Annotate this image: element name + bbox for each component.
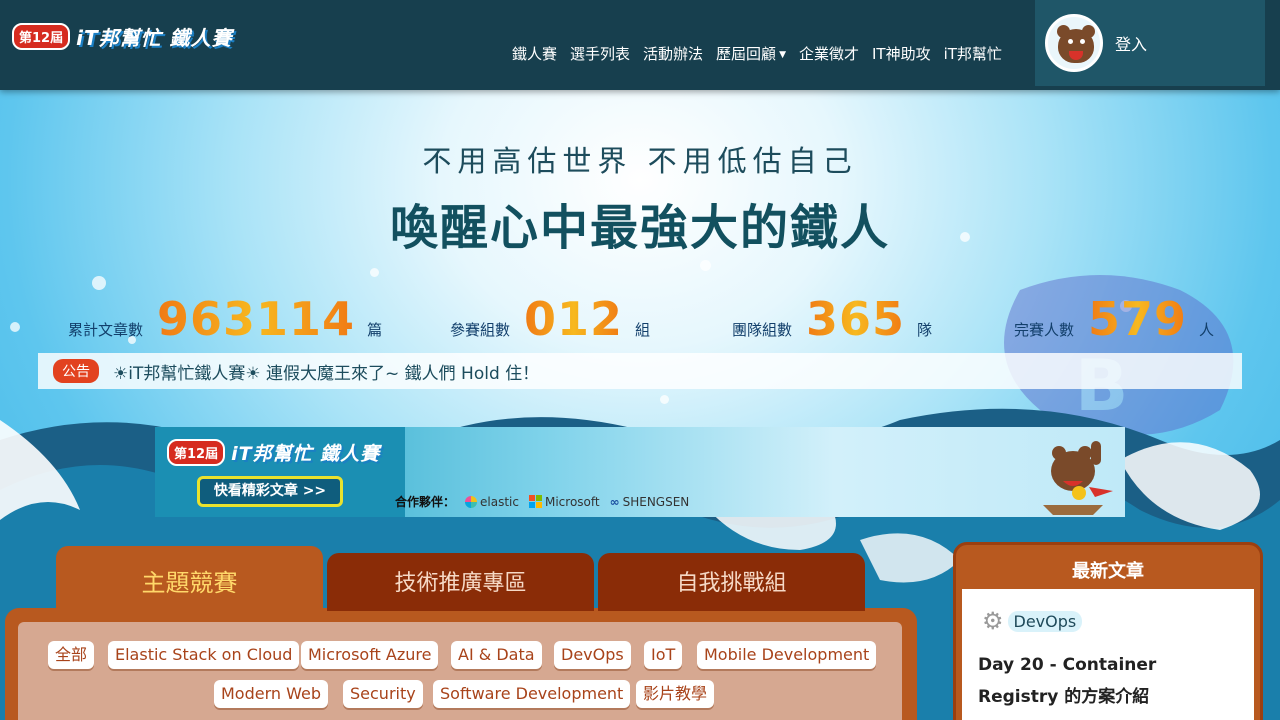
shengsen-logo-icon: ∞ [609,494,620,509]
partners-label: 合作夥伴： [395,495,456,509]
partner-name: SHENGSEN [622,494,690,509]
tag-security[interactable]: Security [343,680,423,708]
announcement-text[interactable]: ☀iT邦幫忙鐵人賽☀ 連假大魔王來了~ 鐵人們 Hold 住！ [113,359,539,384]
decor-bubble [370,268,379,277]
stat-unit: 人 [1199,321,1215,339]
tag-azure[interactable]: Microsoft Azure [301,641,439,669]
stat-team-groups: 團隊組數 365 隊 [732,292,932,346]
nav-rules[interactable]: 活動辦法 [643,43,703,64]
site-logo[interactable]: 第12屆 iT邦幫忙 鐵人賽 [12,22,233,51]
banner-left: 第12屆 iT邦幫忙 鐵人賽 快看精彩文章 >> [155,427,405,517]
login-button[interactable]: 登入 [1115,31,1147,55]
bear-mascot-figure [1043,441,1113,515]
logo-badge: 第12屆 [12,23,71,50]
nav-history-label: 歷屆回顧 [716,45,777,63]
stat-unit: 隊 [917,321,933,339]
latest-articles-title: 最新文章 [1072,561,1144,582]
stat-unit: 篇 [367,321,383,339]
partners-row: 合作夥伴： elastic Microsoft ∞ SHENGSEN [395,493,689,510]
stat-label: 完賽人數 [1014,321,1075,339]
elastic-logo-icon [465,495,478,508]
partner-name: Microsoft [544,494,600,509]
nav-player-list[interactable]: 選手列表 [570,43,630,64]
tab-theme-competition[interactable]: 主題競賽 [56,546,323,612]
bear-eye-left [1068,39,1073,44]
banner-logo: 第12屆 iT邦幫忙 鐵人賽 [167,439,380,466]
tag-modern-web[interactable]: Modern Web [214,680,328,708]
partner-microsoft: Microsoft [528,494,600,509]
tag-devops[interactable]: DevOps [554,641,631,669]
announcement-badge: 公告 [53,359,99,383]
slogan-line1: 不用高估世界 不用低估自己 [422,144,858,178]
slogan-line2: 喚醒心中最強大的鐵人 [389,200,890,256]
stat-label: 參賽組數 [450,321,511,339]
banner-title: iT邦幫忙 鐵人賽 [231,443,381,465]
tag-video[interactable]: 影片教學 [636,680,715,708]
partner-shengsen: ∞ SHENGSEN [610,495,690,509]
stat-value: 963114 [157,292,356,346]
tag-ai-data[interactable]: AI & Data [451,641,542,669]
stat-value: 012 [524,292,624,346]
nav-jobs[interactable]: 企業徵才 [799,43,859,64]
latest-articles-body: ⚙ DevOps Day 20 - Container Registry 的方案… [962,589,1254,720]
tag-mobile[interactable]: Mobile Development [697,641,877,669]
top-navbar: 第12屆 iT邦幫忙 鐵人賽 鐵人賽 選手列表 活動辦法 歷屆回顧 ▼ 企業徵才 … [0,0,1280,90]
nav-history[interactable]: 歷屆回顧 ▼ [716,43,786,64]
logo-text: iT邦幫忙 鐵人賽 [76,26,233,50]
tag-list: 全部 Elastic Stack on Cloud Microsoft Azur… [18,622,902,720]
nav-ironman[interactable]: 鐵人賽 [512,43,557,64]
decor-bubble [700,260,711,271]
microsoft-logo-icon [528,495,542,508]
login-area[interactable]: 登入 [1035,0,1265,86]
announcement-bar[interactable]: 公告 ☀iT邦幫忙鐵人賽☀ 連假大魔王來了~ 鐵人們 Hold 住！ [38,353,1242,389]
partner-elastic: elastic [465,495,519,509]
decor-bubble [92,276,106,290]
nav-it-assist[interactable]: IT神助攻 [872,43,931,64]
promo-banner[interactable]: 第12屆 iT邦幫忙 鐵人賽 快看精彩文章 >> 合作夥伴： elastic M… [155,427,1125,517]
partner-name: elastic [480,494,519,509]
latest-articles-panel: 最新文章 ⚙ DevOps Day 20 - Container Registr… [953,542,1263,720]
stat-label: 團隊組數 [732,321,793,339]
gear-icon: ⚙ [982,607,1004,635]
caret-down-icon: ▼ [779,49,786,60]
article-title-link[interactable]: Day 20 - Container Registry 的方案介紹 [978,649,1240,713]
stat-articles: 累計文章數 963114 篇 [68,292,382,346]
tag-iot[interactable]: IoT [644,641,683,669]
banner-badge: 第12屆 [167,439,226,466]
tag-elastic[interactable]: Elastic Stack on Cloud [108,641,300,669]
main-nav: 鐵人賽 選手列表 活動辦法 歷屆回顧 ▼ 企業徵才 IT神助攻 iT邦幫忙 [512,43,1002,64]
bear-eye-right [1080,39,1085,44]
tab-tech-promotion[interactable]: 技術推廣專區 [327,553,594,611]
category-pill: DevOps [1007,610,1083,632]
tag-all[interactable]: 全部 [48,641,95,669]
stat-unit: 組 [635,321,651,339]
decor-bubble [10,322,20,332]
tab-self-challenge[interactable]: 自我挑戰組 [598,553,865,611]
tag-software-dev[interactable]: Software Development [433,680,631,708]
stat-teams-total: 參賽組數 012 組 [450,292,650,346]
avatar[interactable] [1045,14,1103,72]
read-articles-button[interactable]: 快看精彩文章 >> [197,476,343,507]
stat-finishers: 完賽人數 579 人 [1014,292,1214,346]
nav-ithelp[interactable]: iT邦幫忙 [944,43,1002,64]
stat-label: 累計文章數 [68,321,144,339]
article-category[interactable]: ⚙ DevOps [982,607,1083,635]
stat-value: 365 [806,292,906,346]
stat-value: 579 [1088,292,1188,346]
